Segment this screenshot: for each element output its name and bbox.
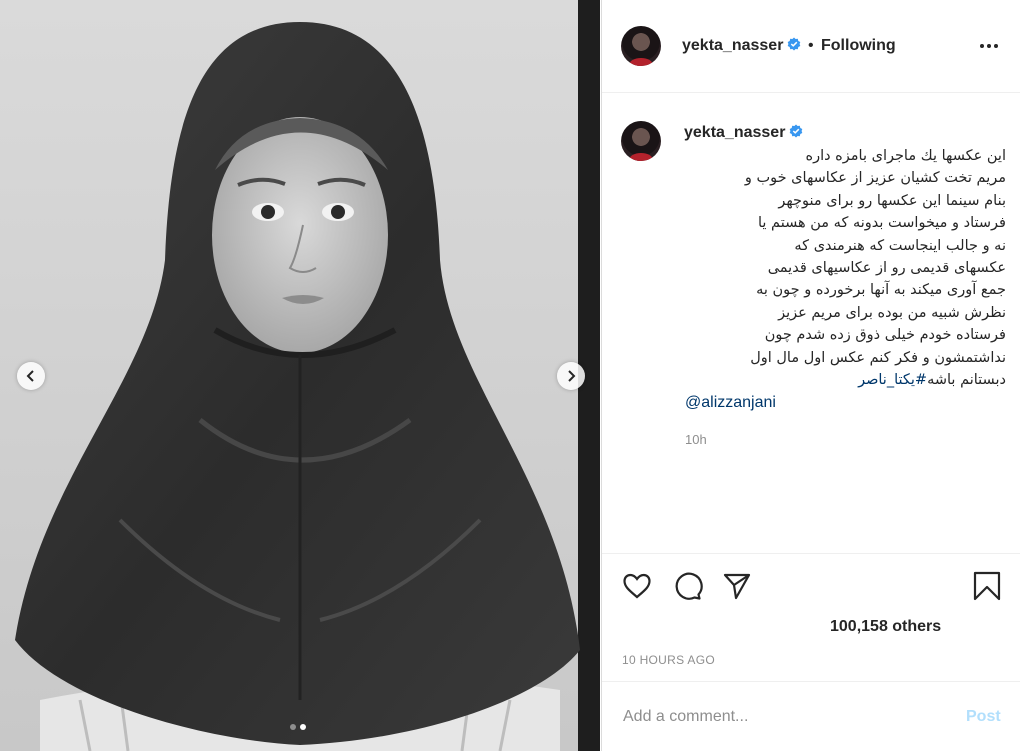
more-options-icon[interactable]	[980, 44, 998, 48]
comment-button[interactable]	[671, 570, 703, 602]
carousel-dot	[290, 724, 296, 730]
mention-link[interactable]: @alizzanjani	[685, 394, 776, 412]
caption-avatar[interactable]	[621, 121, 661, 161]
caption-line-last: دبستانم باشه#یکتا_ناصر	[680, 369, 1006, 391]
post-header: yekta_nasser • Following	[602, 0, 1020, 93]
chevron-right-icon	[568, 370, 576, 382]
caption-line: عکسهای قدیمی رو از عکاسیهای قدیمی	[767, 260, 1006, 277]
post-timestamp[interactable]: 10 HOURS AGO	[622, 653, 715, 667]
caption-username[interactable]: yekta_nasser	[684, 124, 803, 142]
caption-line: این عکسها یك ماجرای بامزه داره	[805, 148, 1006, 164]
caption-line-text: دبستانم باشه	[927, 372, 1006, 389]
likes-count[interactable]: 100,158 others	[830, 618, 941, 636]
carousel-next-button[interactable]	[557, 362, 585, 390]
caption-line: فرستاده خودم خیلی ذوق زده شدم چون	[764, 327, 1006, 344]
following-button[interactable]: Following	[821, 37, 896, 55]
caption-timestamp[interactable]: 10h	[685, 432, 707, 447]
avatar[interactable]	[621, 26, 661, 66]
caption-line: نظرش شبیه من بوده برای مریم عزیز	[778, 304, 1006, 321]
carousel-indicator	[290, 724, 306, 730]
post-media	[0, 0, 600, 751]
comment-bubble-icon	[675, 572, 703, 600]
paper-plane-icon	[723, 573, 751, 600]
caption-username-text[interactable]: yekta_nasser	[684, 124, 785, 141]
caption-line: فرستاد و میخواست بدونه که من هستم یا	[757, 215, 1006, 232]
verified-badge-icon	[788, 37, 801, 51]
bookmark-icon	[973, 571, 1001, 601]
carousel-dot-active	[300, 724, 306, 730]
like-button[interactable]	[621, 570, 653, 602]
post-comment-button[interactable]: Post	[966, 708, 1001, 726]
caption-line: نداشتمشون و فکر کنم عکس اول مال اول	[750, 349, 1006, 366]
comment-form: Post	[602, 681, 1020, 750]
username-text[interactable]: yekta_nasser	[682, 37, 783, 54]
header-username[interactable]: yekta_nasser	[682, 37, 801, 55]
verified-badge-icon	[790, 124, 803, 138]
carousel-prev-button[interactable]	[17, 362, 45, 390]
post-photo	[0, 0, 600, 751]
hashtag-link[interactable]: #یکتا_ناصر	[858, 372, 927, 388]
post-actions: 100,158 others 10 HOURS AGO Post	[602, 553, 1020, 750]
share-button[interactable]	[721, 570, 753, 602]
heart-icon	[623, 573, 651, 599]
caption-text: این عکسها یك ماجرای بامزه داره مریم تخت …	[680, 145, 1006, 391]
save-button[interactable]	[971, 570, 1003, 602]
post-side-panel: yekta_nasser • Following yekta_nasser ای…	[601, 0, 1020, 751]
header-separator: •	[808, 37, 814, 54]
chevron-left-icon	[26, 370, 34, 382]
caption-line: جمع آوری میکند به آنها برخورده و چون به	[756, 282, 1006, 299]
caption-line: بنام سینما این عکسها رو برای منوچهر	[778, 192, 1006, 209]
caption-line: مریم تخت کشیان عزیز از عکاسهای خوب و	[744, 170, 1006, 187]
comment-input[interactable]	[621, 704, 945, 730]
caption-line: نه و جالب اینجاست که هنرمندی که	[794, 237, 1006, 254]
